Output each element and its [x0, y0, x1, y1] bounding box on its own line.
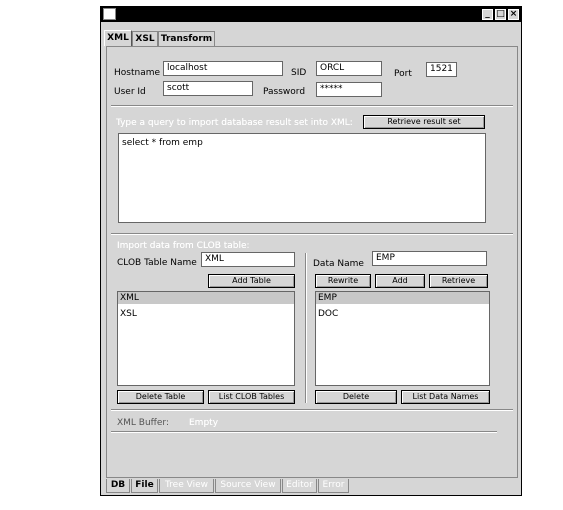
add-table-button[interactable]: Add Table	[208, 274, 295, 288]
divider	[111, 409, 513, 411]
column-divider	[305, 253, 307, 403]
tab-file[interactable]: File	[131, 479, 158, 493]
divider	[111, 105, 513, 107]
minimize-button[interactable]: _	[482, 9, 493, 20]
divider	[111, 233, 513, 235]
tab-error[interactable]: Error	[318, 479, 349, 493]
hostname-field[interactable]: localhost	[163, 61, 283, 76]
query-hint: Type a query to import database result s…	[116, 118, 353, 128]
maximize-button[interactable]: □	[495, 9, 506, 20]
tab-source-view[interactable]: Source View	[215, 479, 281, 493]
hostname-label: Hostname	[114, 68, 161, 78]
userid-label: User Id	[114, 87, 146, 97]
tab-xml[interactable]: XML	[104, 30, 132, 46]
add-data-button[interactable]: Add	[375, 274, 425, 288]
tab-transform[interactable]: Transform	[158, 31, 215, 47]
userid-field[interactable]: scott	[163, 81, 253, 96]
tab-editor[interactable]: Editor	[282, 479, 317, 493]
port-label: Port	[394, 69, 412, 79]
sid-label: SID	[291, 68, 307, 78]
xml-panel: Hostname localhost SID ORCL Port 1521 Us…	[106, 46, 518, 478]
list-clob-tables-button[interactable]: List CLOB Tables	[208, 390, 295, 404]
title-bar[interactable]: _ □ ×	[101, 7, 521, 22]
clob-tables-list[interactable]: XML XSL	[117, 291, 295, 386]
sid-field[interactable]: ORCL	[316, 61, 382, 76]
xml-buffer-status: Empty	[189, 418, 219, 428]
list-item[interactable]: XML	[118, 292, 294, 304]
password-field[interactable]: *****	[316, 82, 382, 97]
retrieve-data-button[interactable]: Retrieve	[429, 274, 488, 288]
query-textarea[interactable]: select * from emp	[118, 133, 486, 223]
tab-db[interactable]: DB	[106, 479, 130, 493]
data-name-label: Data Name	[313, 259, 364, 269]
clob-section-label: Import data from CLOB table:	[117, 241, 250, 251]
list-item[interactable]: XSL	[118, 308, 294, 320]
rewrite-button[interactable]: Rewrite	[315, 274, 371, 288]
list-data-names-button[interactable]: List Data Names	[401, 390, 490, 404]
retrieve-result-set-button[interactable]: Retrieve result set	[363, 115, 485, 129]
xml-buffer-label: XML Buffer:	[117, 418, 169, 428]
data-name-field[interactable]: EMP	[372, 251, 487, 266]
tab-tree-view[interactable]: Tree View	[159, 479, 214, 493]
list-item[interactable]: EMP	[316, 292, 489, 304]
data-names-list[interactable]: EMP DOC	[315, 291, 490, 386]
application-window: _ □ × XML XSL Transform Hostname localho…	[100, 6, 522, 496]
password-label: Password	[263, 87, 306, 97]
delete-table-button[interactable]: Delete Table	[117, 390, 204, 404]
close-button[interactable]: ×	[508, 9, 519, 20]
list-item[interactable]: DOC	[316, 308, 489, 320]
clob-table-name-field[interactable]: XML	[201, 252, 295, 267]
app-icon	[103, 8, 116, 20]
tab-xsl[interactable]: XSL	[132, 31, 158, 47]
divider	[111, 431, 497, 433]
delete-data-button[interactable]: Delete	[315, 390, 397, 404]
clob-table-name-label: CLOB Table Name	[117, 258, 197, 268]
port-field[interactable]: 1521	[426, 62, 457, 77]
